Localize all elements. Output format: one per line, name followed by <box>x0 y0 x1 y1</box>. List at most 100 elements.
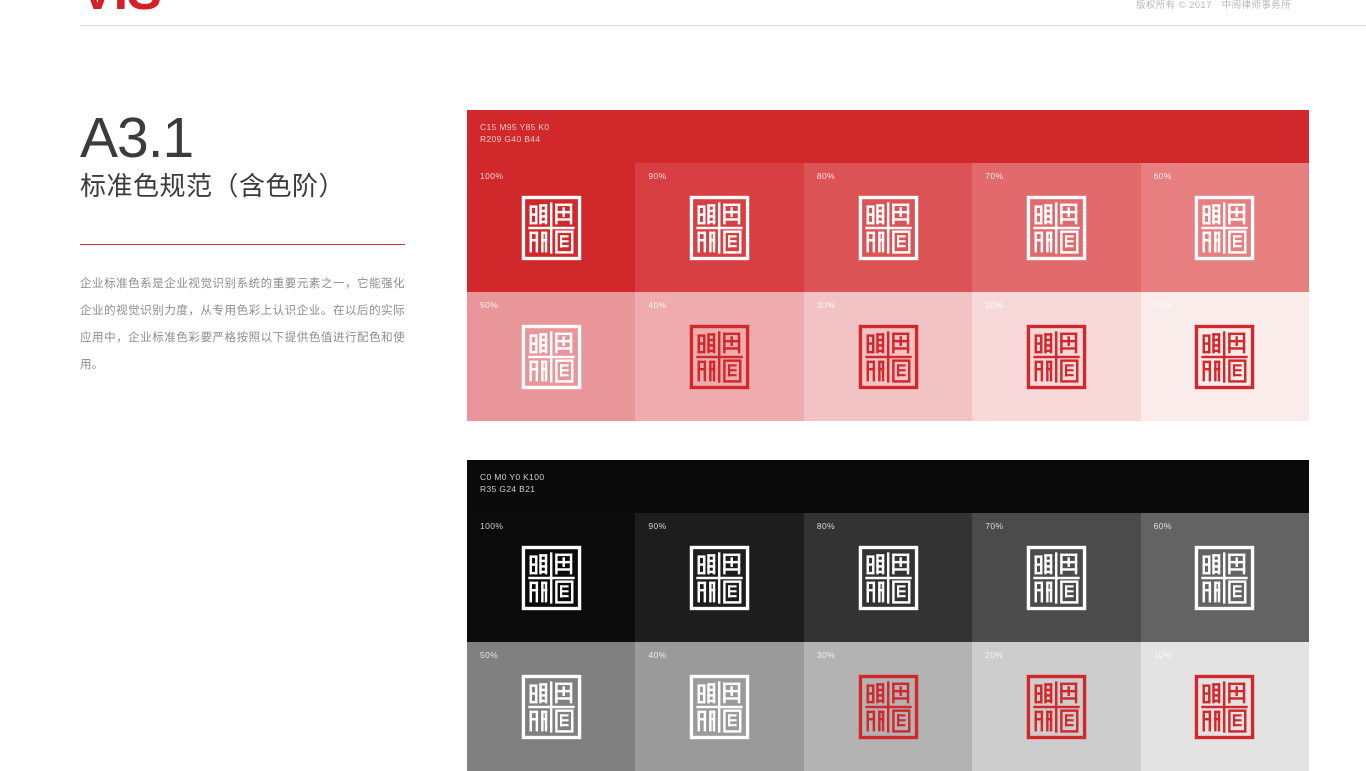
swatch-percent-label: 10% <box>1153 300 1172 310</box>
swatch-row: 100% 90% 80% 70% 60% <box>467 513 1310 642</box>
swatch-percent-label: 40% <box>648 300 667 310</box>
seal-logo <box>689 674 750 740</box>
seal-logo <box>689 545 750 611</box>
palette-panel-primary-black: C0 M0 Y0 K100 R35 G24 B21 100% 90% 80% 7… <box>467 460 1310 771</box>
swatch-row: 100% 90% 80% 70% 60% <box>467 163 1310 292</box>
colour-swatch-primary-black-30[interactable]: 30% <box>803 642 973 771</box>
seal-logo <box>1194 195 1255 261</box>
seal-logo-icon <box>1195 195 1255 260</box>
seal-logo-icon <box>521 674 581 739</box>
chapter-description: 企业标准色系是企业视觉识别系统的重要元素之一，它能强化企业的视觉识别力度，从专用… <box>80 278 405 372</box>
colour-swatch-primary-red-100[interactable]: 100% <box>467 163 636 292</box>
swatch-percent-label: 50% <box>480 300 499 310</box>
swatch-row: 50% 40% 30% 20% 10% <box>467 642 1310 771</box>
seal-logo <box>1026 195 1087 261</box>
colour-swatch-primary-black-90[interactable]: 90% <box>635 513 804 642</box>
swatch-percent-label: 30% <box>816 300 836 310</box>
seal-logo <box>1194 545 1255 611</box>
accent-divider <box>80 244 405 246</box>
seal-logo <box>858 545 919 611</box>
seal-logo-icon <box>689 545 750 610</box>
palette-header-primary-red: C15 M95 Y85 K0 R209 G40 B44 <box>467 110 1309 163</box>
colour-swatch-primary-red-20[interactable]: 20% <box>972 292 1141 421</box>
seal-logo-icon <box>1195 674 1255 739</box>
swatch-percent-label: 100% <box>480 521 504 531</box>
palette-header-primary-black: C0 M0 Y0 K100 R35 G24 B21 <box>467 460 1309 513</box>
seal-logo <box>858 195 919 261</box>
palette-colour-spec: C15 M95 Y85 K0 R209 G40 B44 <box>480 122 550 145</box>
swatch-percent-label: 30% <box>816 650 836 660</box>
swatch-percent-label: 10% <box>1153 650 1172 660</box>
seal-logo <box>521 195 582 261</box>
colour-swatch-primary-red-60[interactable]: 60% <box>1140 163 1310 292</box>
seal-logo <box>1026 545 1087 611</box>
seal-logo <box>521 545 582 611</box>
seal-logo-icon <box>1195 324 1255 389</box>
seal-logo-icon <box>858 674 918 739</box>
seal-logo-icon <box>1026 324 1087 389</box>
swatch-percent-label: 70% <box>985 171 1004 181</box>
colour-swatch-primary-black-50[interactable]: 50% <box>467 642 636 771</box>
seal-logo-icon <box>689 195 750 260</box>
brand-logo-vis: VIS <box>80 0 162 18</box>
swatch-percent-label: 60% <box>1153 521 1172 531</box>
colour-swatch-primary-red-80[interactable]: 80% <box>803 163 973 292</box>
swatch-percent-label: 100% <box>480 171 504 181</box>
seal-logo <box>1026 324 1087 390</box>
seal-logo <box>689 324 750 390</box>
colour-swatch-primary-red-40[interactable]: 40% <box>635 292 804 421</box>
seal-logo <box>521 324 582 390</box>
header-divider <box>80 25 1366 26</box>
chapter-info-column: A3.1 标准色规范（含色阶） 企业标准色系是企业视觉识别系统的重要元素之一，它… <box>80 110 405 379</box>
seal-logo-icon <box>1026 545 1087 610</box>
seal-logo-icon <box>1026 674 1087 739</box>
seal-logo-icon <box>858 195 918 260</box>
swatch-percent-label: 80% <box>816 171 836 181</box>
colour-swatch-primary-black-70[interactable]: 70% <box>972 513 1141 642</box>
seal-logo-icon <box>521 324 581 389</box>
seal-logo-icon <box>689 674 750 739</box>
seal-logo <box>1194 324 1255 390</box>
seal-logo-icon <box>858 545 918 610</box>
swatch-percent-label: 90% <box>648 171 667 181</box>
seal-logo-icon <box>1026 195 1087 260</box>
colour-swatch-primary-black-40[interactable]: 40% <box>635 642 804 771</box>
seal-logo <box>858 324 919 390</box>
colour-swatch-primary-red-90[interactable]: 90% <box>635 163 804 292</box>
colour-swatch-primary-black-60[interactable]: 60% <box>1140 513 1310 642</box>
seal-logo <box>689 195 750 261</box>
colour-swatch-primary-red-30[interactable]: 30% <box>803 292 973 421</box>
colour-swatch-primary-red-50[interactable]: 50% <box>467 292 636 421</box>
colour-swatch-primary-black-10[interactable]: 10% <box>1140 642 1310 771</box>
colour-swatch-primary-red-70[interactable]: 70% <box>972 163 1141 292</box>
swatch-percent-label: 70% <box>985 521 1004 531</box>
swatch-percent-label: 80% <box>816 521 836 531</box>
colour-swatch-primary-red-10[interactable]: 10% <box>1140 292 1310 421</box>
seal-logo-icon <box>521 545 581 610</box>
seal-logo <box>858 674 919 740</box>
colour-swatch-primary-black-100[interactable]: 100% <box>467 513 636 642</box>
chapter-title: 标准色规范（含色阶） <box>80 171 346 201</box>
palette-colour-spec: C0 M0 Y0 K100 R35 G24 B21 <box>480 472 545 495</box>
swatch-percent-label: 20% <box>985 650 1004 660</box>
section-title-cn: 色彩规范 <box>492 0 564 1</box>
chapter-number: A3.1 <box>80 106 194 170</box>
page-header: VIS Brand Guidelines 色彩规范 COLOUR USAGE 版… <box>0 0 1366 25</box>
swatch-percent-label: 50% <box>480 650 499 660</box>
swatch-row: 50% 40% 30% 20% 10% <box>467 292 1310 421</box>
seal-logo-icon <box>1195 545 1255 610</box>
seal-logo-icon <box>521 195 581 260</box>
swatch-percent-label: 40% <box>648 650 667 660</box>
section-title-en: COLOUR USAGE <box>602 0 761 2</box>
swatch-percent-label: 20% <box>985 300 1004 310</box>
swatch-percent-label: 60% <box>1153 171 1172 181</box>
seal-logo-icon <box>689 324 750 389</box>
seal-logo-icon <box>858 324 918 389</box>
seal-logo <box>521 674 582 740</box>
swatch-percent-label: 90% <box>648 521 667 531</box>
copyright-notice: 版权所有 © 2017 中闿律师事务所 <box>1135 0 1291 11</box>
colour-swatch-primary-black-20[interactable]: 20% <box>972 642 1141 771</box>
brand-subtitle: Brand Guidelines <box>197 0 384 1</box>
colour-swatch-primary-black-80[interactable]: 80% <box>803 513 973 642</box>
seal-logo <box>1194 674 1255 740</box>
